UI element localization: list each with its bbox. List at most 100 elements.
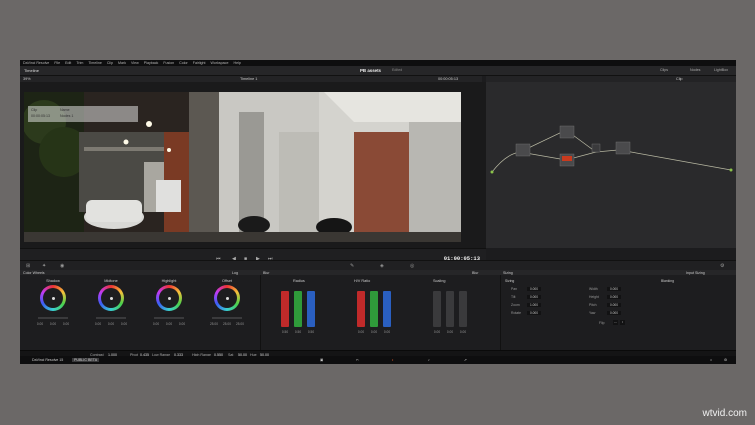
sizing-row-value[interactable]: 0.000 (527, 286, 541, 291)
wheel-value-g[interactable]: 0.00 (105, 322, 117, 326)
wheel-handle[interactable] (225, 296, 229, 300)
scaling-blue-slider[interactable] (459, 291, 467, 327)
wheel-value-b[interactable]: 0.00 (60, 322, 72, 326)
cut-page-icon[interactable]: ✂ (356, 358, 359, 362)
hv-blue-value[interactable]: 0.00 (380, 330, 394, 334)
hv-green-value[interactable]: 0.00 (367, 330, 381, 334)
wheel-handle[interactable] (109, 296, 113, 300)
scaling-red-value[interactable]: 0.00 (430, 330, 444, 334)
menu-item[interactable]: DaVinci Resolve (23, 61, 49, 65)
sizing-row-value[interactable]: 0.000 (607, 310, 621, 315)
log-tab[interactable]: Log (232, 271, 238, 275)
scaling-green-value[interactable]: 0.00 (443, 330, 457, 334)
menu-item[interactable]: Mark (118, 61, 126, 65)
zoom-level[interactable]: 39% (23, 77, 31, 81)
sizing-row-label: Rotate (511, 311, 521, 315)
input-sizing-tab[interactable]: Input Sizing (686, 271, 705, 275)
qualifier-icon[interactable]: ◈ (380, 263, 384, 269)
hv-blue-slider[interactable] (383, 291, 391, 327)
picker-icon[interactable]: ✎ (350, 263, 354, 269)
hv-green-slider[interactable] (370, 291, 378, 327)
wheel-value-r[interactable]: 0.00 (92, 322, 104, 326)
home-icon[interactable]: ⌂ (710, 358, 712, 362)
timeline-name[interactable]: Timeline 1 (240, 77, 257, 81)
color-wheel[interactable]: Offset 25.00 25.00 25.00 (206, 277, 248, 347)
fairlight-page-icon[interactable]: ♪ (428, 358, 430, 362)
radius-green-slider[interactable] (294, 291, 302, 327)
page-bar: DaVinci Resolve 15 PUBLIC BETA ▣ ✂ ◐ ♪ ➚… (20, 356, 736, 364)
wheel-handle[interactable] (167, 296, 171, 300)
menu-item[interactable]: Timeline (88, 61, 101, 65)
clips-button[interactable]: Clips (660, 68, 668, 72)
sizing-row-value[interactable]: 0.000 (607, 294, 621, 299)
flip-v-icon[interactable]: ↕ (620, 320, 625, 325)
wheels-icon[interactable]: ◉ (60, 263, 64, 269)
wheel-value-b[interactable]: 0.00 (118, 322, 130, 326)
hv-red-slider[interactable] (357, 291, 365, 327)
node-editor[interactable] (486, 82, 736, 248)
color-wheel[interactable]: Shadow 0.00 0.00 0.00 (32, 277, 74, 347)
wheel-value-r[interactable]: 0.00 (34, 322, 46, 326)
menu-item[interactable]: File (54, 61, 60, 65)
blur-title: Blur (263, 270, 270, 275)
radius-blue-slider[interactable] (307, 291, 315, 327)
color-match-icon[interactable]: ✦ (42, 263, 46, 269)
wheel-master-slider[interactable] (212, 317, 242, 319)
wheel-master-slider[interactable] (96, 317, 126, 319)
wheel-value-g[interactable]: 0.00 (163, 322, 175, 326)
sizing-row-label: Zoom (511, 303, 520, 307)
color-wheel[interactable]: Midtone 0.00 0.00 0.00 (90, 277, 132, 347)
radius-blue-value[interactable]: 0.50 (304, 330, 318, 334)
sizing-row-value[interactable]: 1.000 (527, 302, 541, 307)
sizing-section-label: Sizing (505, 279, 515, 283)
nodes-button[interactable]: Nodes (690, 68, 700, 72)
flip-h-icon[interactable]: ↔ (613, 320, 618, 325)
app-name: DaVinci Resolve 15 (32, 358, 64, 362)
radius-red-slider[interactable] (281, 291, 289, 327)
sizing-row-value[interactable]: 0.000 (527, 310, 541, 315)
radius-red-value[interactable]: 0.50 (278, 330, 292, 334)
wheel-value-b[interactable]: 25.00 (234, 322, 246, 326)
media-page-icon[interactable]: ▣ (320, 358, 323, 362)
hv-red-value[interactable]: 0.00 (354, 330, 368, 334)
camera-raw-icon[interactable]: ⊞ (26, 263, 30, 269)
menu-item[interactable]: Clip (107, 61, 113, 65)
viewer-timecode: 00:00:05:13 (438, 77, 459, 81)
wheel-master-slider[interactable] (38, 317, 68, 319)
window-icon[interactable]: ◎ (410, 263, 414, 269)
sizing-row-value[interactable]: 0.000 (607, 302, 621, 307)
scaling-green-slider[interactable] (446, 291, 454, 327)
menu-item[interactable]: Fusion (163, 61, 174, 65)
menu-item[interactable]: Help (233, 61, 240, 65)
deliver-page-icon[interactable]: ➚ (464, 358, 467, 362)
wheel-value-g[interactable]: 25.00 (221, 322, 233, 326)
radius-green-value[interactable]: 0.50 (291, 330, 305, 334)
menu-item[interactable]: View (131, 61, 139, 65)
settings-icon[interactable]: ⚙ (720, 263, 724, 269)
project-settings-icon[interactable]: ⚙ (724, 358, 727, 362)
menu-item[interactable]: Edit (65, 61, 71, 65)
clip-mode-label[interactable]: Clip (676, 77, 683, 81)
color-wheel[interactable]: Highlight 0.00 0.00 0.00 (148, 277, 190, 347)
scaling-blue-value[interactable]: 0.00 (456, 330, 470, 334)
menu-item[interactable]: Trim (76, 61, 83, 65)
blur-tab[interactable]: Blur (472, 271, 478, 275)
wheel-master-slider[interactable] (154, 317, 184, 319)
sizing-row-value[interactable]: 0.000 (527, 294, 541, 299)
wheel-handle[interactable] (51, 296, 55, 300)
menu-item[interactable]: Color (179, 61, 188, 65)
wheel-label: Offset (221, 279, 233, 283)
menu-item[interactable]: Playback (144, 61, 159, 65)
resolve-window: DaVinci Resolve File Edit Trim Timeline Clip M… (20, 60, 736, 364)
color-page-icon[interactable]: ◐ (392, 358, 394, 362)
menu-item[interactable]: Workspace (211, 61, 229, 65)
sizing-row-value[interactable]: 0.000 (607, 286, 621, 291)
wheel-value-b[interactable]: 0.00 (176, 322, 188, 326)
sizing-row-label: Yaw (589, 311, 596, 315)
scaling-red-slider[interactable] (433, 291, 441, 327)
wheel-value-g[interactable]: 0.00 (47, 322, 59, 326)
lightbox-button[interactable]: LightBox (714, 68, 728, 72)
wheel-value-r[interactable]: 25.00 (208, 322, 220, 326)
menu-item[interactable]: Fairlight (193, 61, 206, 65)
wheel-value-r[interactable]: 0.00 (150, 322, 162, 326)
